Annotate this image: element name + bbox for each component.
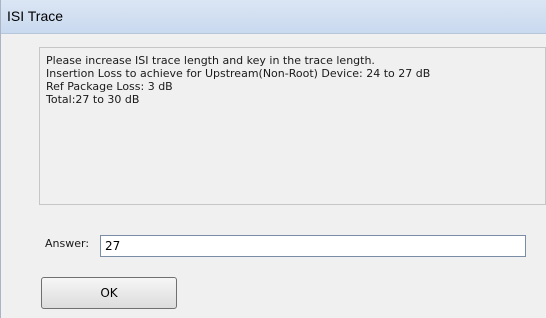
message-line: Ref Package Loss: 3 dB	[46, 80, 173, 93]
message-line: Please increase ISI trace length and key…	[46, 54, 375, 67]
answer-input[interactable]	[100, 235, 526, 257]
title-bar[interactable]: ISI Trace	[1, 0, 546, 34]
message-line: Total:27 to 30 dB	[46, 93, 140, 106]
message-line: Insertion Loss to achieve for Upstream(N…	[46, 67, 431, 80]
window-title: ISI Trace	[7, 8, 64, 24]
dialog-window: ISI Trace Please increase ISI trace leng…	[0, 0, 546, 318]
answer-label: Answer:	[45, 237, 90, 250]
message-panel: Please increase ISI trace length and key…	[39, 47, 546, 205]
ok-button[interactable]: OK	[41, 277, 177, 309]
